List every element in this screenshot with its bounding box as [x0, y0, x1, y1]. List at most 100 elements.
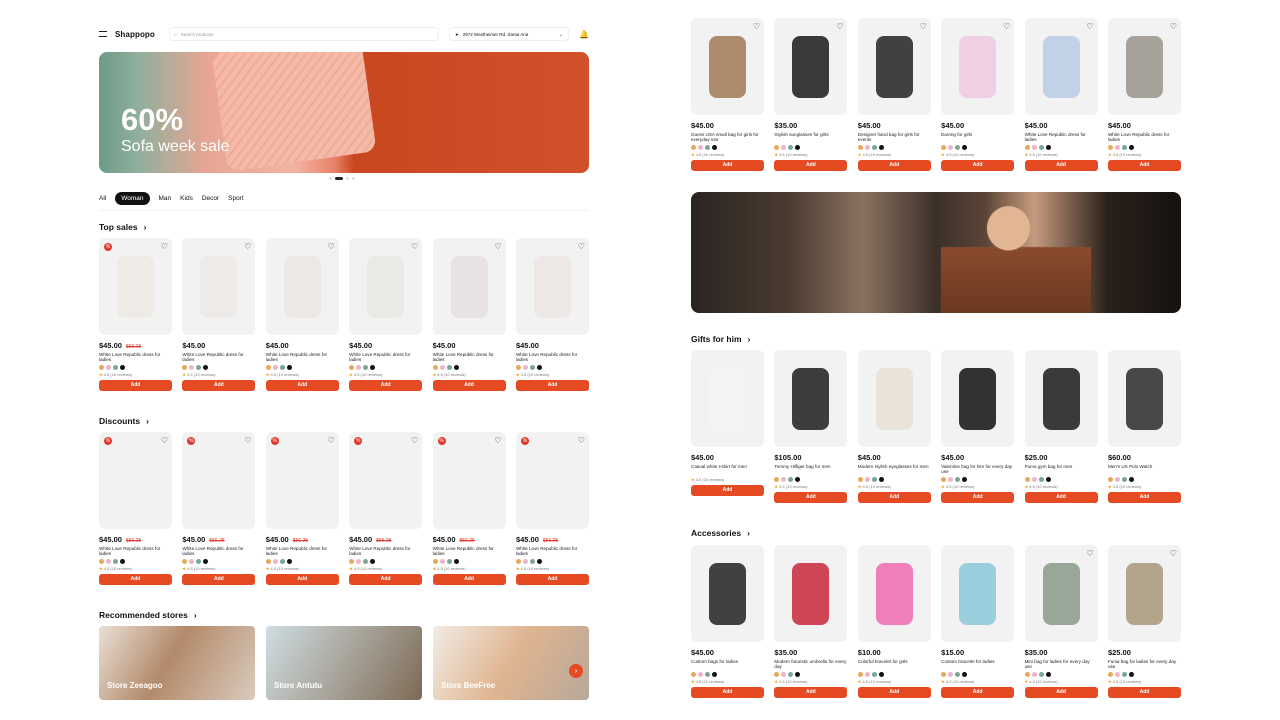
color-swatch[interactable] — [515, 365, 521, 370]
product-card[interactable]: $35.00 Modern futuristic umbrella for eve… — [774, 545, 848, 698]
color-swatch[interactable] — [1128, 145, 1134, 150]
color-swatch[interactable] — [774, 477, 780, 482]
product-card[interactable]: % ♡ $45.00 $56.25 White Love Republic dress … — [265, 432, 339, 585]
product-card[interactable]: ♡ $45.00 White Love Republic dress for lad… — [1024, 18, 1098, 171]
product-image[interactable]: ♡ — [857, 18, 931, 115]
color-swatch[interactable] — [712, 672, 717, 677]
product-image[interactable]: % ♡ — [99, 432, 172, 529]
product-image[interactable]: ♡ — [349, 238, 423, 335]
color-swatch[interactable] — [941, 477, 947, 482]
color-swatch[interactable] — [349, 559, 355, 564]
product-card[interactable]: % ♡ $45.00 $56.25 White Love Republic dress … — [99, 238, 172, 391]
bell-icon[interactable]: 🔔 — [579, 30, 589, 39]
color-swatch[interactable] — [705, 145, 710, 150]
color-swatch[interactable] — [536, 365, 542, 370]
color-swatch[interactable] — [962, 672, 968, 677]
carousel-dot-active[interactable] — [335, 177, 343, 180]
color-swatch[interactable] — [272, 559, 278, 564]
color-swatch[interactable] — [1031, 672, 1037, 677]
color-swatch[interactable] — [1024, 145, 1030, 150]
color-swatch[interactable] — [795, 145, 801, 150]
color-swatch[interactable] — [698, 145, 703, 150]
favorite-heart-icon[interactable]: ♡ — [161, 436, 168, 445]
menu-icon[interactable] — [99, 31, 107, 37]
color-swatch[interactable] — [99, 365, 104, 370]
color-swatch[interactable] — [857, 672, 863, 677]
product-card[interactable]: ♡ $45.00 White Love Republic dress for lad… — [1107, 18, 1181, 171]
product-card[interactable]: $60.00 Men's US Polo Watch ★ 4.5 (10 revie… — [1107, 350, 1181, 503]
color-swatch[interactable] — [113, 559, 118, 564]
color-swatch[interactable] — [1031, 145, 1037, 150]
add-button[interactable]: Add — [941, 687, 1015, 698]
color-swatch[interactable] — [878, 145, 884, 150]
color-swatch[interactable] — [522, 365, 528, 370]
color-swatch[interactable] — [691, 672, 696, 677]
product-image[interactable]: ♡ — [691, 18, 764, 115]
add-button[interactable]: Add — [774, 160, 848, 171]
product-card[interactable]: $10.00 Colorful bracelet for girls ★ 4.5 (… — [857, 545, 931, 698]
add-button[interactable]: Add — [691, 687, 764, 698]
product-card[interactable]: $25.00 Puma gym bag for men ★ 4.5 (10 revi… — [1024, 350, 1098, 503]
color-swatch[interactable] — [878, 477, 884, 482]
product-image[interactable]: ♡ — [182, 238, 256, 335]
product-image[interactable]: ♡ — [432, 238, 506, 335]
color-swatch[interactable] — [446, 365, 452, 370]
color-swatch[interactable] — [120, 365, 125, 370]
tab-kids[interactable]: Kids — [180, 192, 193, 205]
favorite-heart-icon[interactable]: ♡ — [1086, 22, 1093, 31]
color-swatch[interactable] — [1121, 672, 1127, 677]
add-button[interactable]: Add — [857, 492, 931, 503]
add-button[interactable]: Add — [774, 687, 848, 698]
color-swatch[interactable] — [774, 672, 780, 677]
store-card[interactable]: Store BeeFree › — [433, 626, 589, 700]
carousel-dot[interactable] — [346, 177, 349, 180]
add-button[interactable]: Add — [857, 687, 931, 698]
product-image[interactable] — [774, 350, 848, 447]
product-card[interactable]: % ♡ $45.00 $56.25 White Love Republic dress … — [349, 432, 423, 585]
color-swatch[interactable] — [1107, 145, 1113, 150]
product-image[interactable]: % ♡ — [349, 432, 423, 529]
color-swatch[interactable] — [1024, 672, 1030, 677]
favorite-heart-icon[interactable]: ♡ — [328, 242, 335, 251]
color-swatch[interactable] — [948, 477, 954, 482]
product-card[interactable]: $45.00 Modern stylish eyeglasses for men ★… — [857, 350, 931, 503]
product-image[interactable]: ♡ — [1107, 18, 1181, 115]
product-card[interactable]: ♡ $45.00 White Love Republic dress for lad… — [182, 238, 256, 391]
tab-woman[interactable]: Woman — [115, 192, 150, 205]
color-swatch[interactable] — [1128, 477, 1134, 482]
add-button[interactable]: Add — [691, 485, 764, 496]
color-swatch[interactable] — [522, 559, 528, 564]
add-button[interactable]: Add — [432, 380, 506, 391]
product-image[interactable]: ♡ — [265, 238, 339, 335]
product-card[interactable]: ♡ $35.00 Stylish sunglasses for girls ★ 4.5… — [774, 18, 848, 171]
color-swatch[interactable] — [698, 672, 703, 677]
color-swatch[interactable] — [871, 672, 877, 677]
color-swatch[interactable] — [99, 559, 104, 564]
product-image[interactable]: % ♡ — [432, 432, 506, 529]
color-swatch[interactable] — [279, 365, 285, 370]
color-swatch[interactable] — [871, 145, 877, 150]
favorite-heart-icon[interactable]: ♡ — [161, 242, 168, 251]
location-selector[interactable]: ➤ 2972 Westheimer Rd. Santa Ana ⌄ — [449, 27, 569, 41]
color-swatch[interactable] — [279, 559, 285, 564]
color-swatch[interactable] — [1114, 477, 1120, 482]
color-swatch[interactable] — [962, 145, 968, 150]
favorite-heart-icon[interactable]: ♡ — [1170, 549, 1177, 558]
color-swatch[interactable] — [439, 559, 445, 564]
color-swatch[interactable] — [857, 145, 863, 150]
section-accessories-title[interactable]: Accessories › — [691, 528, 750, 538]
color-swatch[interactable] — [1045, 672, 1051, 677]
add-button[interactable]: Add — [1024, 687, 1098, 698]
add-button[interactable]: Add — [349, 574, 423, 585]
color-swatch[interactable] — [113, 365, 118, 370]
product-card[interactable]: ♡ $45.00 Guess USA small bag for girls for… — [691, 18, 764, 171]
color-swatch[interactable] — [941, 672, 947, 677]
color-swatch[interactable] — [529, 559, 535, 564]
tab-all[interactable]: All — [99, 192, 106, 205]
color-swatch[interactable] — [788, 672, 794, 677]
product-card[interactable]: $15.00 Custom bracelet for ladies ★ 4.5 (1… — [941, 545, 1015, 698]
product-image[interactable]: ♡ — [1024, 545, 1098, 642]
color-swatch[interactable] — [363, 559, 369, 564]
product-card[interactable]: ♡ $45.00 White Love Republic dress for lad… — [432, 238, 506, 391]
product-card[interactable]: $45.00 Custom bags for ladies ★ 4.5 (10 re… — [691, 545, 764, 698]
